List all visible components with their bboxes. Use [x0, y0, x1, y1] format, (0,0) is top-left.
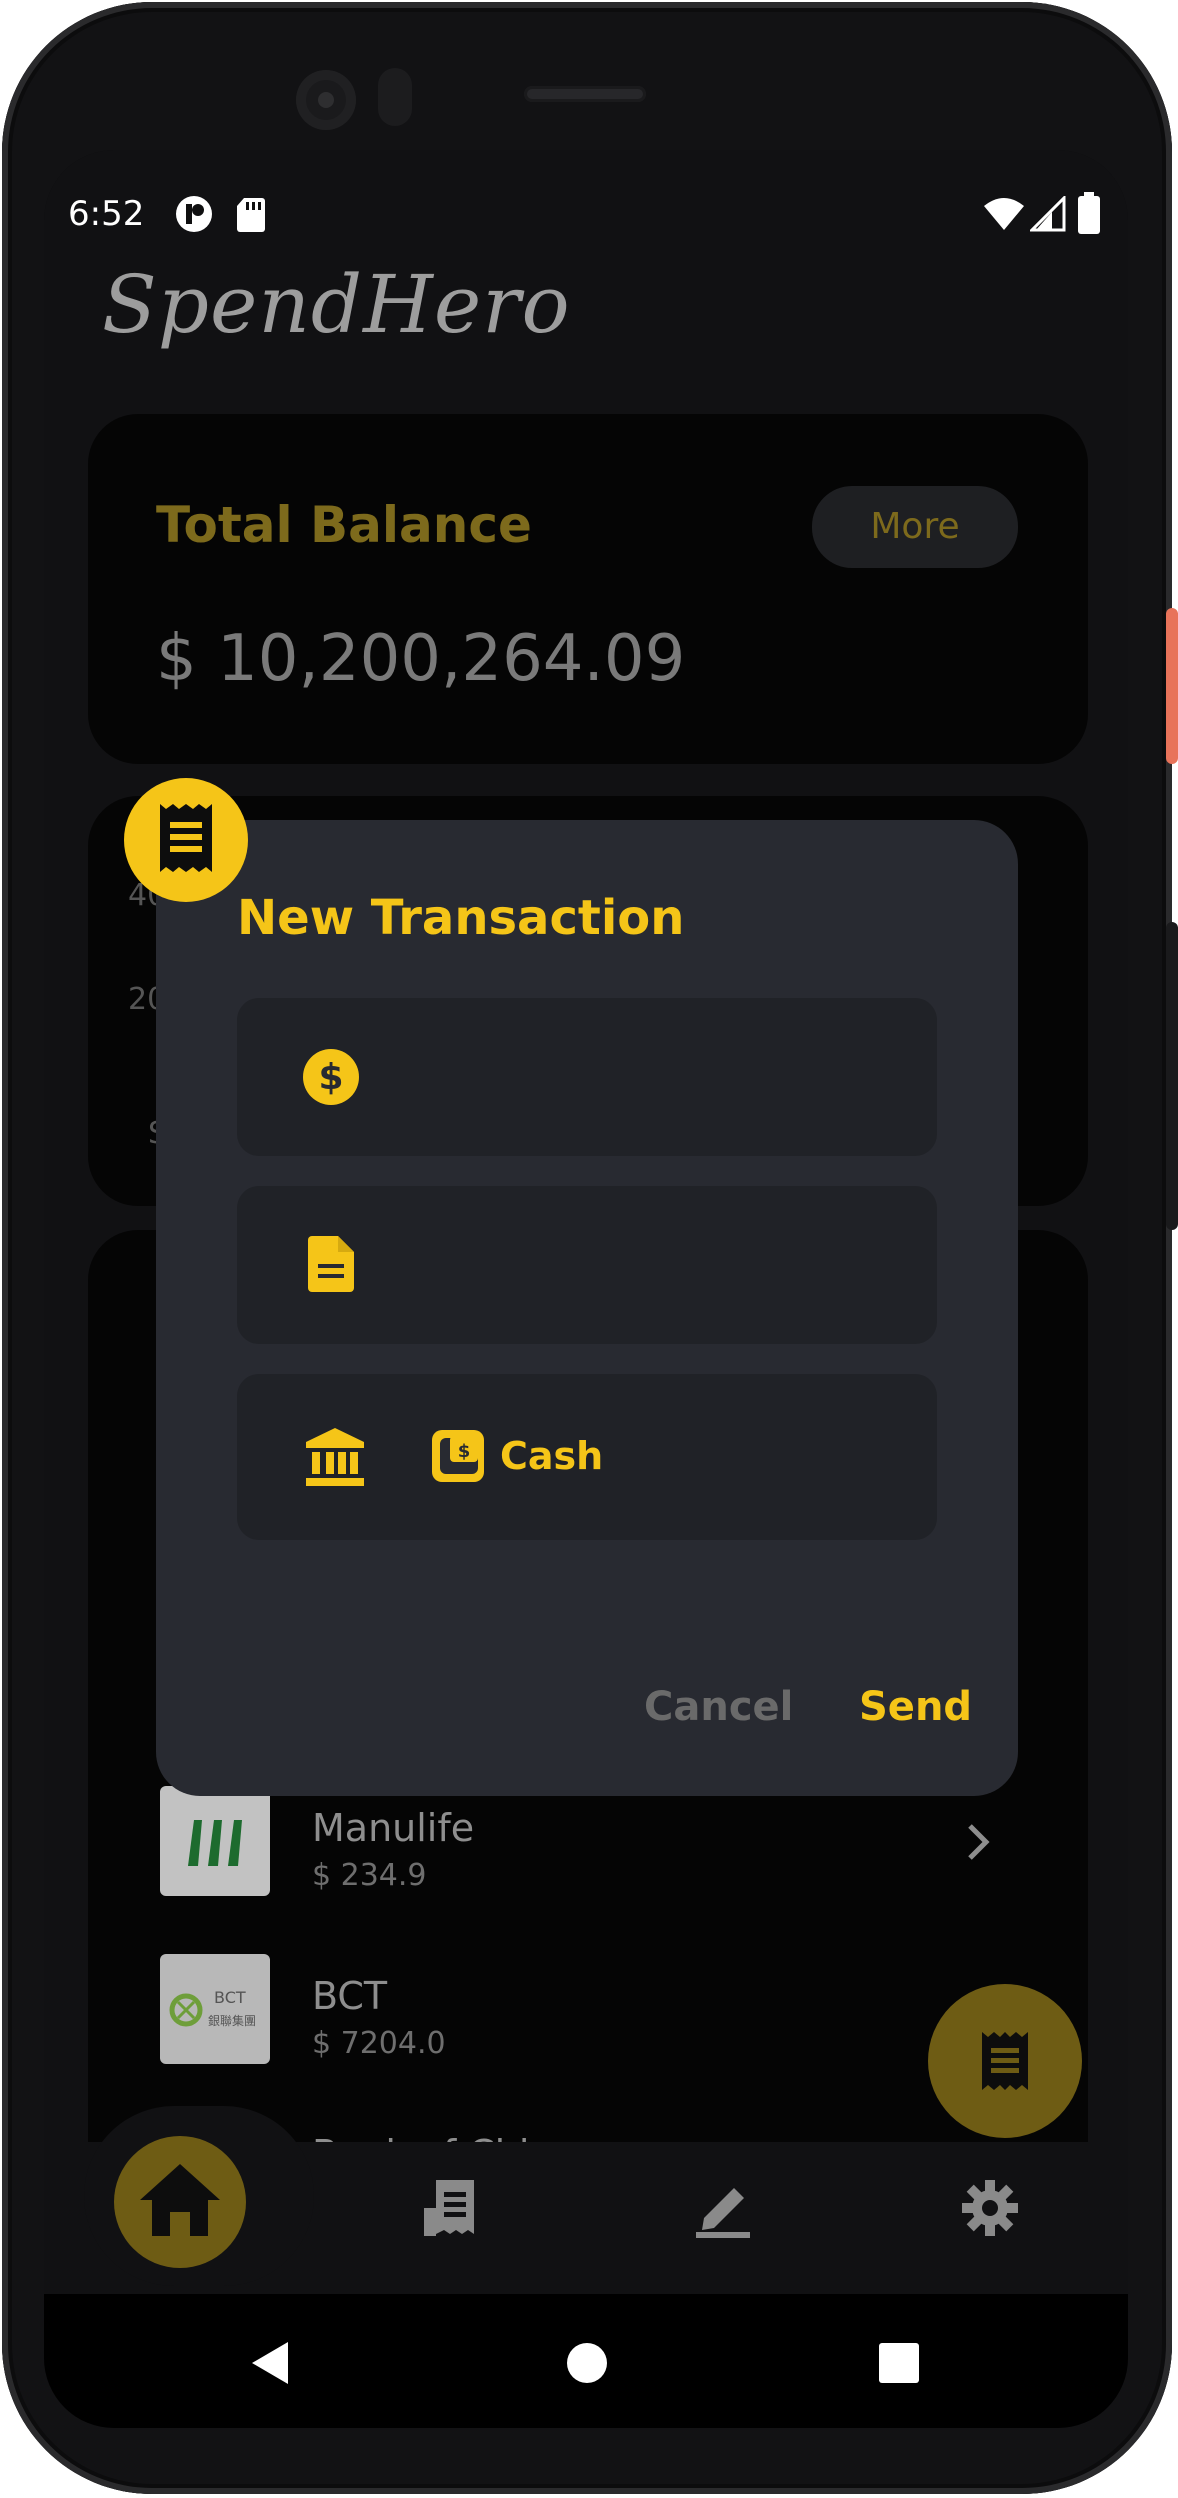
dollar-circle-icon: $ — [303, 1049, 359, 1105]
account-name: Manulife — [312, 1806, 475, 1850]
account-amount: $ 7204.0 — [312, 2026, 446, 2061]
wallet-icon: $ — [432, 1430, 484, 1482]
account-row-bct[interactable] — [160, 1954, 1040, 2084]
account-row-manulife[interactable] — [160, 1786, 1040, 1916]
chevron-right-icon — [968, 1824, 990, 1860]
receipt-icon — [982, 2032, 1028, 2090]
cancel-button[interactable]: Cancel — [644, 1684, 793, 1730]
bct-logo-subtext: 銀聯集團 — [208, 2014, 257, 2028]
dialog-badge — [124, 778, 248, 902]
document-icon — [308, 1236, 354, 1292]
manulife-logo-icon — [188, 1820, 242, 1866]
nav-transactions-icon[interactable] — [422, 2178, 476, 2238]
more-button[interactable]: More — [812, 486, 1018, 568]
status-time: 6:52 — [68, 194, 145, 234]
nav-edit-icon[interactable] — [694, 2178, 752, 2238]
power-button — [1166, 608, 1178, 764]
nav-settings-icon[interactable] — [962, 2180, 1018, 2236]
svg-text:$: $ — [458, 1441, 471, 1462]
wifi-icon — [984, 198, 1024, 230]
bct-logo: BCT 銀聯集團 — [160, 1954, 270, 2064]
bct-logo-mark-icon — [169, 1993, 203, 2027]
home-icon — [140, 2164, 220, 2236]
balance-card — [88, 414, 1088, 764]
earpiece-speaker — [524, 86, 646, 102]
signal-icon — [1030, 196, 1066, 232]
volume-button — [1166, 922, 1178, 1230]
camera-lens — [318, 92, 334, 108]
balance-title: Total Balance — [156, 496, 532, 554]
svg-text:$: $ — [318, 1057, 343, 1098]
dialog-title: New Transaction — [237, 890, 685, 946]
account-amount: $ 234.9 — [312, 1858, 427, 1893]
manulife-logo — [160, 1786, 270, 1896]
battery-icon — [1078, 192, 1100, 234]
proximity-sensor — [378, 68, 412, 126]
home-system-icon[interactable] — [566, 2342, 608, 2384]
nav-home-button[interactable] — [114, 2136, 246, 2268]
account-name: BCT — [312, 1974, 388, 2018]
app-title: SpendHero — [102, 258, 571, 351]
account-value: Cash — [500, 1434, 604, 1478]
receipt-icon — [160, 804, 212, 872]
send-button[interactable]: Send — [859, 1684, 972, 1730]
bank-icon — [306, 1428, 364, 1486]
bct-logo-text: BCT — [214, 1988, 246, 2007]
back-icon[interactable] — [250, 2340, 290, 2386]
screen: 6:52 SpendHero Total Balance More $ 10,2… — [44, 150, 1128, 2428]
sd-card-icon — [237, 198, 265, 232]
app-notification-icon — [176, 196, 212, 232]
recents-icon[interactable] — [878, 2342, 920, 2384]
balance-amount: $ 10,200,264.09 — [156, 622, 686, 696]
